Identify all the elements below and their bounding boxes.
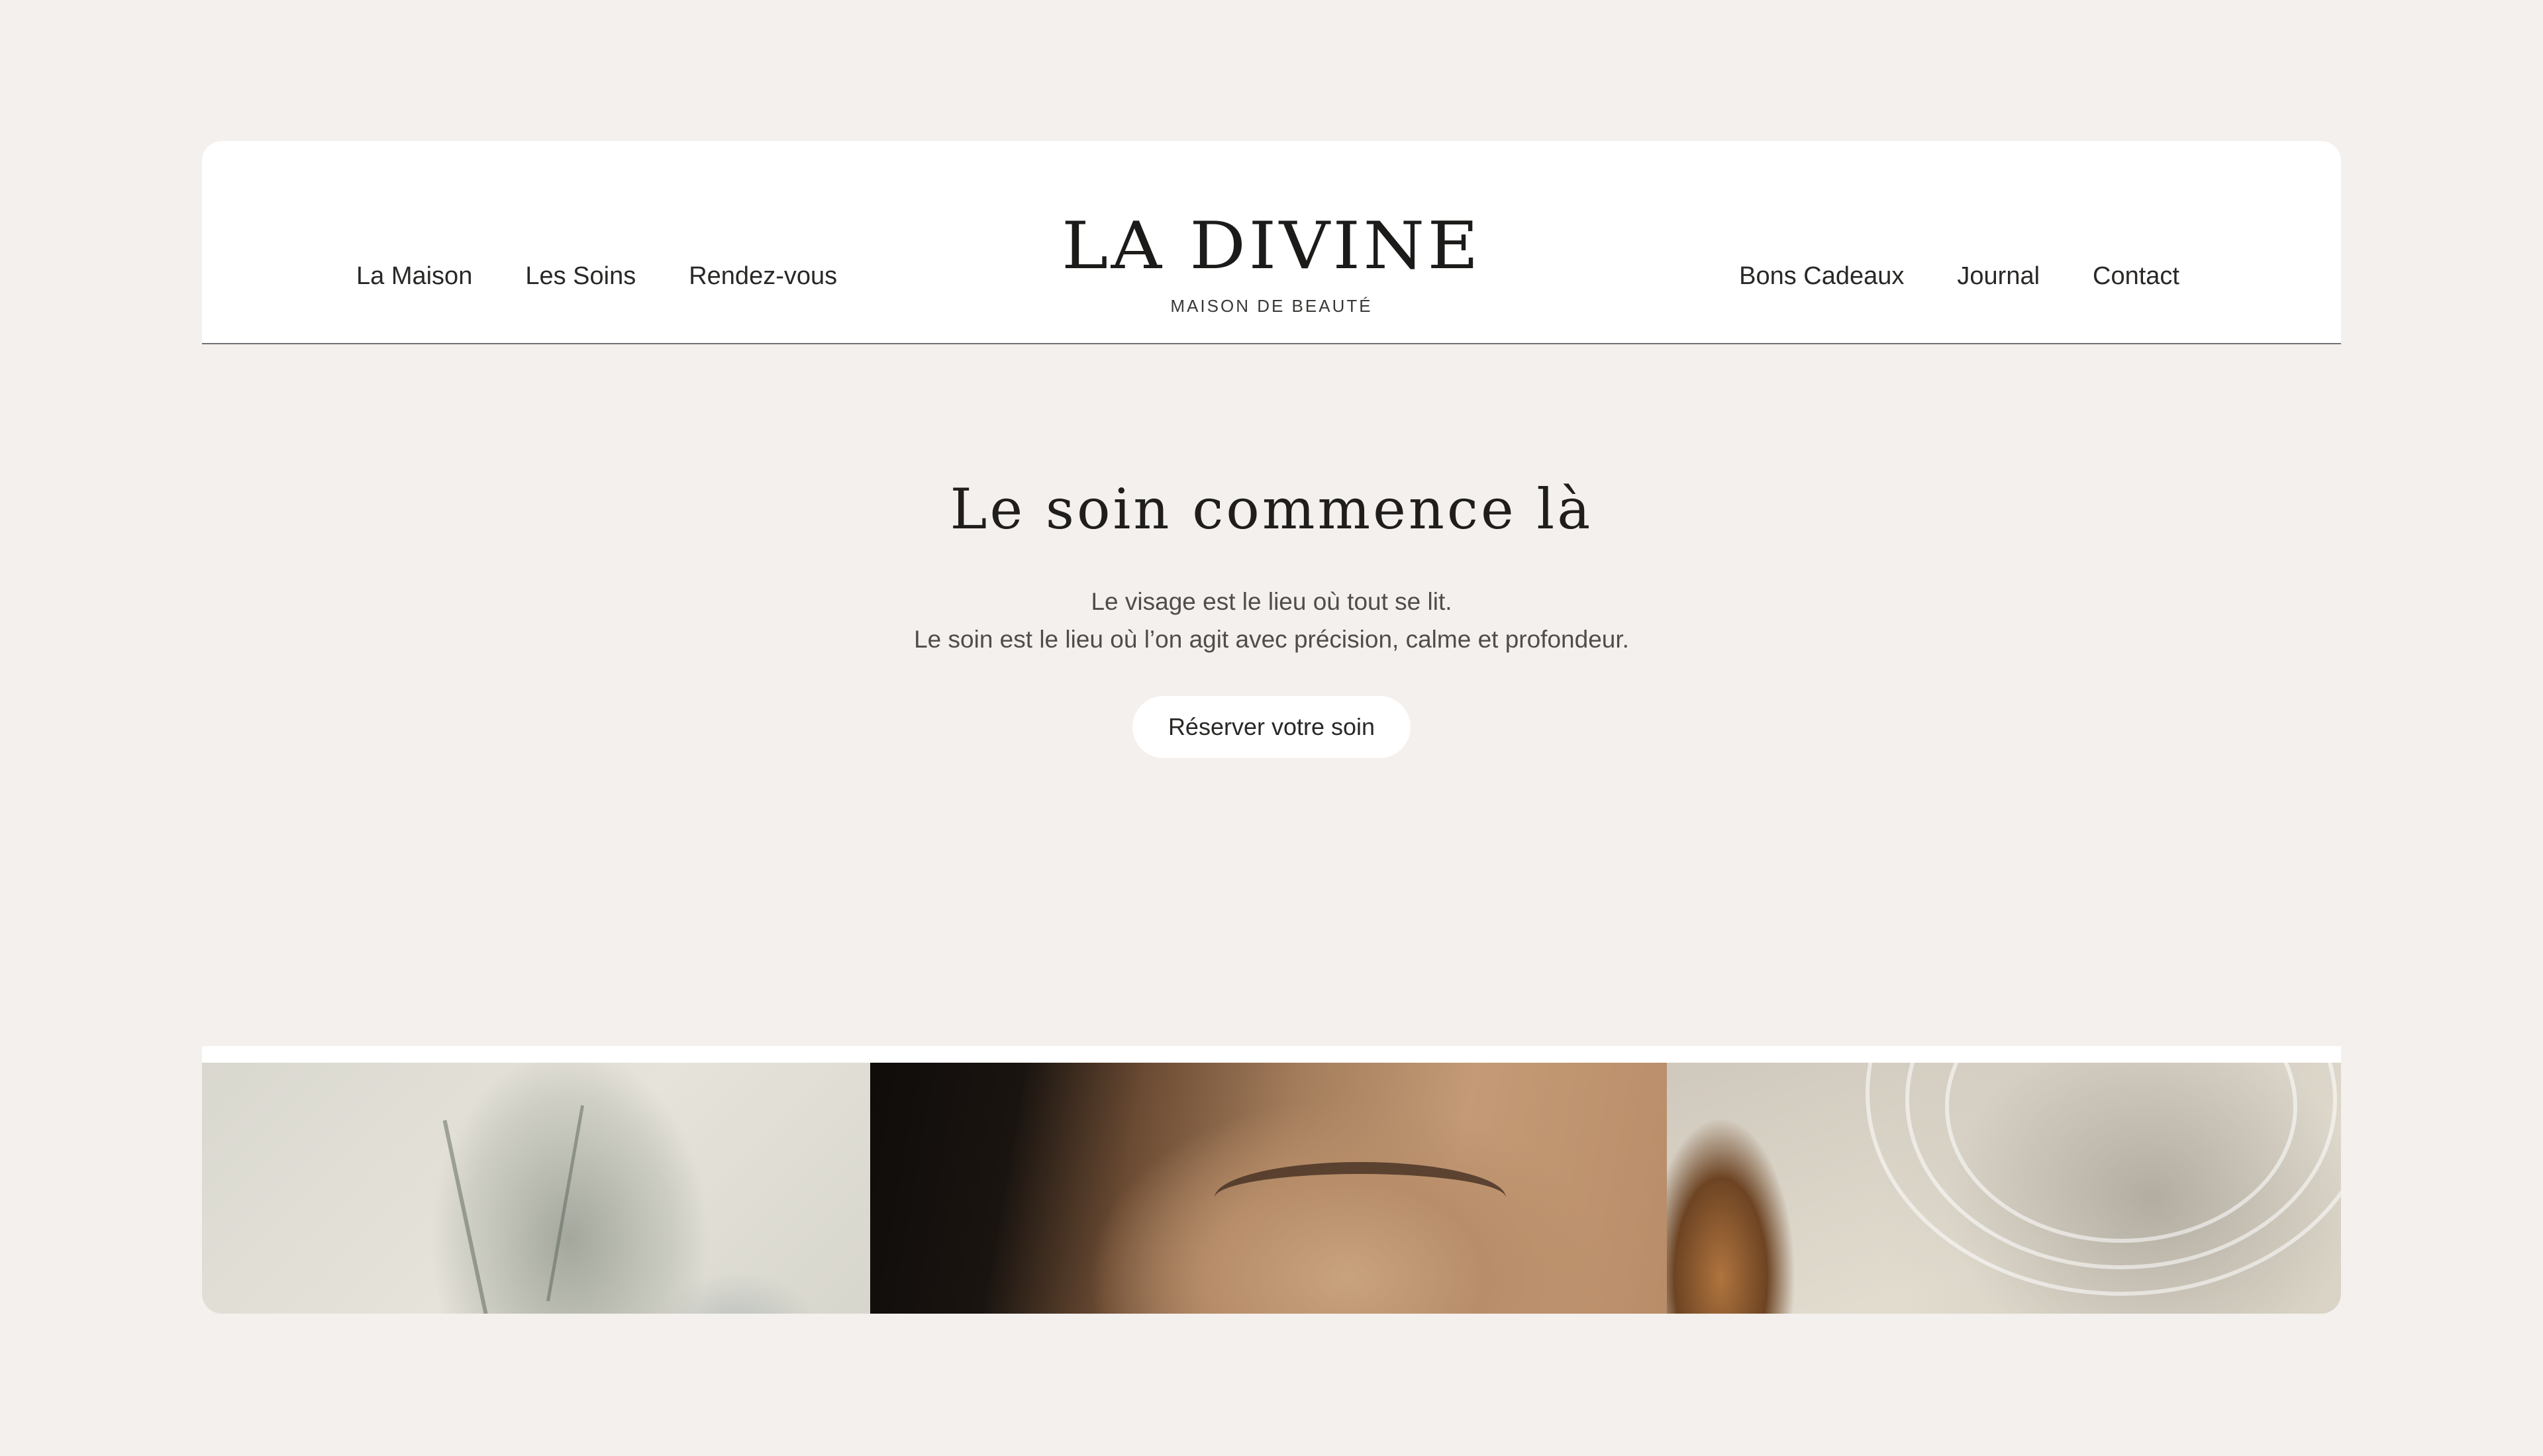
hero-line-2: Le soin est le lieu où l’on agit avec pr… xyxy=(914,626,1629,653)
dried-flower-shadow-photo xyxy=(202,1063,870,1314)
nav-item-contact[interactable]: Contact xyxy=(2093,262,2179,291)
flower-stem-shadow xyxy=(546,1105,585,1302)
hero-title: Le soin commence là xyxy=(950,477,1593,542)
book-treatment-button[interactable]: Réserver votre soin xyxy=(1132,696,1411,758)
nav-item-les-soins[interactable]: Les Soins xyxy=(525,262,636,291)
flower-stem-shadow xyxy=(442,1120,491,1314)
logo-title: LA DIVINE xyxy=(1061,209,1482,284)
glass-and-oil-photo xyxy=(1667,1063,2341,1314)
nav-right: Bons Cadeaux Journal Contact xyxy=(1739,250,2179,303)
eyebrow-shape xyxy=(1215,1162,1506,1234)
page-background: La Maison Les Soins Rendez-vous LA DIVIN… xyxy=(0,0,2543,1456)
nav-item-journal[interactable]: Journal xyxy=(1957,262,2040,291)
site-header: La Maison Les Soins Rendez-vous LA DIVIN… xyxy=(202,141,2341,344)
website-card: La Maison Les Soins Rendez-vous LA DIVIN… xyxy=(202,141,2341,1314)
nav-item-rendez-vous[interactable]: Rendez-vous xyxy=(689,262,837,291)
site-logo[interactable]: LA DIVINE MAISON DE BEAUTÉ xyxy=(1062,214,1479,316)
nav-left: La Maison Les Soins Rendez-vous xyxy=(356,250,837,303)
logo-subtitle: MAISON DE BEAUTÉ xyxy=(1170,296,1373,316)
image-gallery xyxy=(202,1063,2341,1314)
nav-item-bons-cadeaux[interactable]: Bons Cadeaux xyxy=(1739,262,1904,291)
closed-eye-skincare-photo xyxy=(870,1063,1667,1314)
hero-line-1: Le visage est le lieu où tout se lit. xyxy=(1091,588,1452,615)
hero-section: Le soin commence là Le visage est le lie… xyxy=(202,344,2341,1046)
nav-item-la-maison[interactable]: La Maison xyxy=(356,262,472,291)
hero-description: Le visage est le lieu où tout se lit. Le… xyxy=(202,583,2341,658)
